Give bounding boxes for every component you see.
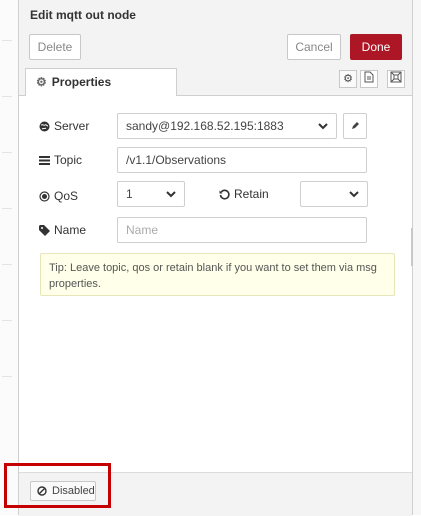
- highlight-box: [4, 463, 111, 508]
- server-label: Server: [39, 119, 89, 133]
- edit-tray: Edit mqtt out node Delete Cancel Done ⚙ P…: [18, 0, 413, 516]
- qos-label: QoS: [39, 189, 78, 203]
- topic-label: Topic: [39, 153, 82, 167]
- name-label-text: Name: [54, 223, 87, 237]
- qos-value: 1: [126, 187, 133, 201]
- topic-value: /v1.1/Observations: [126, 153, 227, 167]
- server-value: sandy@192.168.52.195:1883: [126, 119, 284, 133]
- list-icon: [39, 155, 50, 165]
- done-button[interactable]: Done: [350, 34, 402, 60]
- retain-select[interactable]: [300, 181, 368, 207]
- gear-icon: ⚙: [36, 75, 47, 89]
- retain-label-text: Retain: [234, 187, 269, 201]
- globe-icon: [39, 121, 50, 131]
- history-icon: [219, 189, 230, 200]
- name-placeholder: Name: [126, 223, 159, 237]
- topic-input[interactable]: /v1.1/Observations: [117, 147, 367, 173]
- delete-button[interactable]: Delete: [29, 34, 81, 60]
- cancel-button[interactable]: Cancel: [287, 34, 341, 60]
- right-strip: [412, 0, 421, 515]
- left-gutter: [0, 0, 19, 515]
- tag-icon: [39, 224, 50, 236]
- appearance-tab-frame-icon[interactable]: [387, 70, 405, 88]
- chevron-down-icon: [166, 191, 176, 198]
- scrollbar[interactable]: [411, 228, 413, 266]
- tray-title: Edit mqtt out node: [30, 8, 136, 22]
- name-label: Name: [39, 223, 86, 237]
- chevron-down-icon: [318, 123, 328, 130]
- server-label-text: Server: [54, 119, 90, 133]
- server-select[interactable]: sandy@192.168.52.195:1883: [117, 113, 337, 139]
- name-input[interactable]: Name: [117, 217, 367, 243]
- settings-tab-gear-icon[interactable]: ⚙: [339, 70, 357, 88]
- tray-header: Edit mqtt out node Delete Cancel Done: [19, 0, 412, 67]
- qos-select[interactable]: 1: [117, 181, 185, 207]
- chevron-down-icon: [349, 191, 359, 198]
- qos-label-text: QoS: [54, 189, 79, 203]
- retain-label: Retain: [219, 187, 269, 201]
- edit-server-button[interactable]: [343, 113, 367, 139]
- tip-box: Tip: Leave topic, qos or retain blank if…: [40, 253, 395, 296]
- tab-properties[interactable]: ⚙ Properties: [25, 68, 177, 96]
- pencil-icon: [352, 122, 359, 129]
- tab-strip: ⚙ Properties ⚙: [19, 66, 412, 96]
- tab-properties-label: Properties: [51, 75, 112, 89]
- description-tab-document-icon[interactable]: [360, 70, 378, 88]
- topic-label-text: Topic: [54, 153, 83, 167]
- radio-dot-icon: [39, 190, 50, 202]
